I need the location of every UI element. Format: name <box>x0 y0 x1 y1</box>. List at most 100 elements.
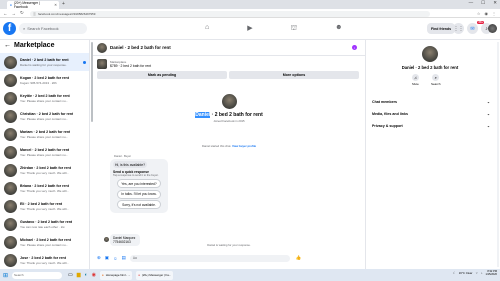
conversation-title: Mariam · 2 bed 2 bath for rent <box>20 129 71 134</box>
windows-start-icon[interactable]: ⊞ <box>3 272 8 279</box>
conversation-title: Jose · 2 bed 2 bath for rent <box>20 255 66 260</box>
listing-summary[interactable]: Marketplace $789 · 2 bed 2 bath for rent <box>97 59 151 69</box>
conversation-item[interactable]: Christian · 2 bed 2 bath for rent You: Pl… <box>0 107 89 125</box>
conversation-text: Keyttie · 2 bed 2 bath for rent You: Plea… <box>20 94 70 103</box>
facebook-logo[interactable]: f <box>3 22 16 35</box>
search-label: Search <box>431 82 441 86</box>
file-explorer-icon[interactable]: ▆ <box>77 272 81 278</box>
media-files-row[interactable]: Media, files and links ⌄ <box>372 112 490 116</box>
conversation-avatar <box>4 73 17 87</box>
taskbar-app-homepage[interactable]: ● Homepage.html - ... <box>100 270 133 280</box>
privacy-support-row[interactable]: Privacy & support ⌄ <box>372 124 490 128</box>
conversation-preview: You: Thank you very much. We will... <box>20 206 69 211</box>
edge-icon[interactable]: ◐ <box>85 272 88 278</box>
clock[interactable]: 8:32 PM 1/15/2026 <box>485 270 497 276</box>
details-scrollbar[interactable] <box>497 42 499 267</box>
groups-icon[interactable]: ☻ <box>335 24 342 33</box>
close-window-icon[interactable]: ✕ <box>493 0 497 6</box>
menu-grid-icon[interactable]: ⋮⋮ <box>453 23 464 34</box>
chat-header-name[interactable]: Daniel · 2 bed 2 bath for rent <box>110 45 171 50</box>
quick-reply-not-available-button[interactable]: Sorry, it's not available. <box>117 200 161 209</box>
new-tab-icon[interactable]: + <box>62 1 65 7</box>
conversation-preview: You can now rate each other · 2w <box>20 224 65 229</box>
info-icon[interactable]: i <box>352 45 357 50</box>
chrome-icon[interactable]: ◉ <box>92 272 96 278</box>
back-arrow-icon[interactable]: ← <box>4 42 11 49</box>
details-avatar[interactable] <box>422 46 438 62</box>
conversation-preview: You: Please share your contact nu... <box>20 152 69 157</box>
taskbar-search[interactable]: Search <box>12 271 63 279</box>
tab-close-icon[interactable]: ✕ <box>54 3 57 7</box>
account-avatar[interactable] <box>488 24 497 33</box>
weather-text[interactable]: 16°C Clear <box>459 271 473 275</box>
search-icon: ⌕ <box>432 74 440 81</box>
message-input[interactable]: Aa <box>129 254 290 262</box>
view-buyer-profile-link[interactable]: View buyer profile <box>232 144 256 148</box>
conversation-title: Zhirdan · 2 bed 2 bath for rent <box>20 165 71 170</box>
chat-members-row[interactable]: Chat members ⌄ <box>372 100 490 104</box>
video-icon[interactable]: ▶ <box>247 24 252 33</box>
taskbar-search-label: Search <box>14 273 24 277</box>
conversation-item[interactable]: Briana · 2 bed 2 bath for rent You: Thank… <box>0 179 89 197</box>
chevron-down-icon: ⌄ <box>486 124 490 128</box>
marketplace-sidebar: ← Marketplace Daniel · 2 bed 2 bath for … <box>0 40 90 269</box>
url-field[interactable]: ⓘ facebook.com/messages/t/9195826497959 <box>30 10 430 17</box>
chat-header: Daniel · 2 bed 2 bath for rent i <box>93 40 365 56</box>
maximize-icon[interactable]: ☐ <box>481 0 485 6</box>
search-conversation-button[interactable]: ⌕ Search <box>431 74 441 86</box>
system-tray: ☾ 16°C Clear ⌔ ♪ 8:32 PM 1/15/2026 <box>453 270 497 276</box>
conversation-item[interactable]: Michael · 2 bed 2 bath for rent You: Plea… <box>0 233 89 251</box>
conversation-item[interactable]: Gustavo · 2 bed 2 bath for rent You can n… <box>0 215 89 233</box>
search-input[interactable]: ⌕ Search Facebook <box>19 23 87 34</box>
conversation-item[interactable]: Mariam · 2 bed 2 bath for rent You: Pleas… <box>0 125 89 143</box>
menu-icon[interactable]: ⋮ <box>492 11 496 16</box>
forward-icon[interactable]: → <box>12 11 17 16</box>
messenger-tab-icon: ● <box>10 3 12 7</box>
conversation-item[interactable]: Marcel · 2 bed 2 bath for rent You: Pleas… <box>0 143 89 161</box>
wifi-icon[interactable]: ⌔ <box>475 271 478 276</box>
back-icon[interactable]: ← <box>3 11 8 16</box>
conversation-item[interactable]: Eli · 2 bed 2 bath for rent You: Thank yo… <box>0 197 89 215</box>
conversation-text: Briana · 2 bed 2 bath for rent You: Thank… <box>20 184 69 193</box>
star-icon[interactable]: ☆ <box>477 11 481 16</box>
buyer-avatar[interactable] <box>222 94 237 109</box>
sticker-icon[interactable]: ☺ <box>113 256 118 261</box>
conversation-text: Eli · 2 bed 2 bath for rent You: Thank yo… <box>20 202 69 211</box>
plus-icon[interactable]: ⊕ <box>97 255 101 261</box>
conversation-avatar <box>4 145 17 159</box>
like-icon[interactable]: 👍 <box>296 255 302 261</box>
volume-icon[interactable]: ♪ <box>481 271 482 275</box>
mute-button[interactable]: ♫ Mute <box>412 74 419 86</box>
conversation-avatar <box>4 127 17 141</box>
site-info-icon[interactable]: ⓘ <box>33 12 36 16</box>
profile-icon[interactable]: ◉ <box>485 11 489 16</box>
listing-actions: Mark as pending More options <box>97 71 359 79</box>
minimize-icon[interactable]: — <box>469 0 474 6</box>
taskbar-app-messenger[interactable]: ● (20+) Messenger | Fa... <box>136 270 174 280</box>
chat-avatar[interactable] <box>97 42 107 53</box>
conversation-item[interactable]: Jose · 2 bed 2 bath for rent You: Thank y… <box>0 251 89 269</box>
more-options-button[interactable]: More options <box>229 71 359 79</box>
messenger-icon[interactable]: ✉ <box>467 23 478 34</box>
reload-icon[interactable]: ↻ <box>20 10 24 16</box>
quick-reply-yes-button[interactable]: Yes, are you interested? <box>117 179 161 188</box>
tab-title: (20+) Messenger | Facebook <box>13 1 40 9</box>
marketplace-icon[interactable]: ⛫ <box>291 24 297 33</box>
conversation-item[interactable]: Zhirdan · 2 bed 2 bath for rent You: Than… <box>0 161 89 179</box>
conversation-item[interactable]: Kogan · 2 bed 2 bath for rent Kogan: 905-… <box>0 71 89 89</box>
gif-icon[interactable]: ▤ <box>122 255 126 261</box>
conversation-item[interactable]: Keyttie · 2 bed 2 bath for rent You: Plea… <box>0 89 89 107</box>
quick-reply-in-talks-button[interactable]: In talks. I'll let you know. <box>117 189 161 199</box>
home-icon[interactable]: ⌂ <box>205 24 209 33</box>
chevron-down-icon: ⌄ <box>486 112 490 116</box>
search-placeholder: Search Facebook <box>27 26 59 31</box>
privacy-support-label: Privacy & support <box>372 124 403 128</box>
browser-tab[interactable]: ● (20+) Messenger | Facebook ✕ <box>7 1 59 9</box>
conversation-item[interactable]: Daniel · 2 bed 2 bath for rent Daniel is … <box>0 53 89 71</box>
image-icon[interactable]: ▣ <box>105 255 109 261</box>
mark-pending-button[interactable]: Mark as pending <box>97 71 227 79</box>
find-friends-button[interactable]: Find friends <box>427 23 456 34</box>
task-view-icon[interactable]: ▭ <box>68 272 73 278</box>
conversation-preview: You: Please share your contact nu... <box>20 98 69 103</box>
app-icon: ● <box>138 273 140 277</box>
